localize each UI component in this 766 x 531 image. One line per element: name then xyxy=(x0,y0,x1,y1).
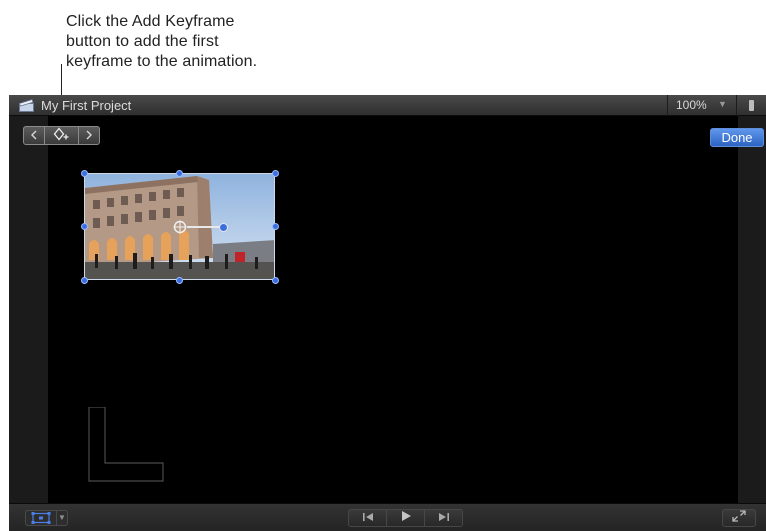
transform-handle-top-left[interactable] xyxy=(80,169,88,177)
previous-keyframe-button[interactable] xyxy=(24,127,45,144)
safe-zone-guide xyxy=(88,407,164,482)
transform-handle-bottom-left[interactable] xyxy=(80,276,88,284)
keyframe-navigation xyxy=(23,126,100,145)
transform-handle-bottom[interactable] xyxy=(176,276,183,284)
viewer-window: My First Project 100% ▼ Done ▼ xyxy=(9,95,766,531)
chevron-down-icon: ▼ xyxy=(718,99,727,109)
canvas-margin-right xyxy=(738,116,766,503)
transform-clip-icon xyxy=(26,511,57,525)
transform-handle-top[interactable] xyxy=(176,169,183,177)
go-to-start-button[interactable] xyxy=(349,510,386,526)
project-title: My First Project xyxy=(41,98,132,113)
go-to-end-button[interactable] xyxy=(424,510,462,526)
chevron-down-icon: ▼ xyxy=(58,513,66,522)
transform-handle-right[interactable] xyxy=(271,223,279,230)
rotation-handle[interactable] xyxy=(218,222,228,232)
transform-handle-left[interactable] xyxy=(80,223,88,230)
next-keyframe-button[interactable] xyxy=(79,127,99,144)
page: Click the Add Keyframe button to add the… xyxy=(0,0,766,531)
viewer-title-bar: My First Project 100% ▼ xyxy=(9,95,766,116)
zoom-value: 100% xyxy=(676,98,707,112)
done-button[interactable]: Done xyxy=(710,128,764,147)
clapperboard-icon xyxy=(18,99,34,112)
transport-controls xyxy=(348,509,463,527)
callout-line-3: keyframe to the animation. xyxy=(66,53,258,70)
viewer-canvas[interactable]: Done xyxy=(9,116,766,503)
transform-menu-button[interactable]: ▼ xyxy=(25,510,68,526)
play-icon xyxy=(400,509,412,527)
callout-text: Click the Add Keyframe button to add the… xyxy=(66,12,386,72)
play-button[interactable] xyxy=(386,510,424,526)
go-to-end-icon xyxy=(438,509,450,527)
video-clip[interactable] xyxy=(80,169,279,284)
callout-line-1: Click the Add Keyframe xyxy=(66,13,235,30)
transform-handle-bottom-right[interactable] xyxy=(271,276,279,284)
add-keyframe-button[interactable] xyxy=(45,127,79,144)
transform-handle-top-right[interactable] xyxy=(271,169,279,177)
go-to-start-icon xyxy=(362,509,374,527)
zoom-menu[interactable]: 100% ▼ xyxy=(667,95,735,116)
viewer-toolbar: ▼ xyxy=(9,503,766,531)
chevron-left-icon xyxy=(30,129,38,143)
fullscreen-button[interactable] xyxy=(722,509,756,527)
chevron-right-icon xyxy=(85,129,93,143)
add-keyframe-icon xyxy=(53,127,71,144)
anchor-point-icon[interactable] xyxy=(173,220,187,234)
fullscreen-icon xyxy=(732,509,746,527)
rotation-arm xyxy=(187,226,220,228)
canvas-margin-left xyxy=(9,116,48,503)
callout-line-2: button to add the first xyxy=(66,33,219,50)
view-options-icon xyxy=(749,100,754,111)
view-options-button[interactable] xyxy=(736,95,766,116)
